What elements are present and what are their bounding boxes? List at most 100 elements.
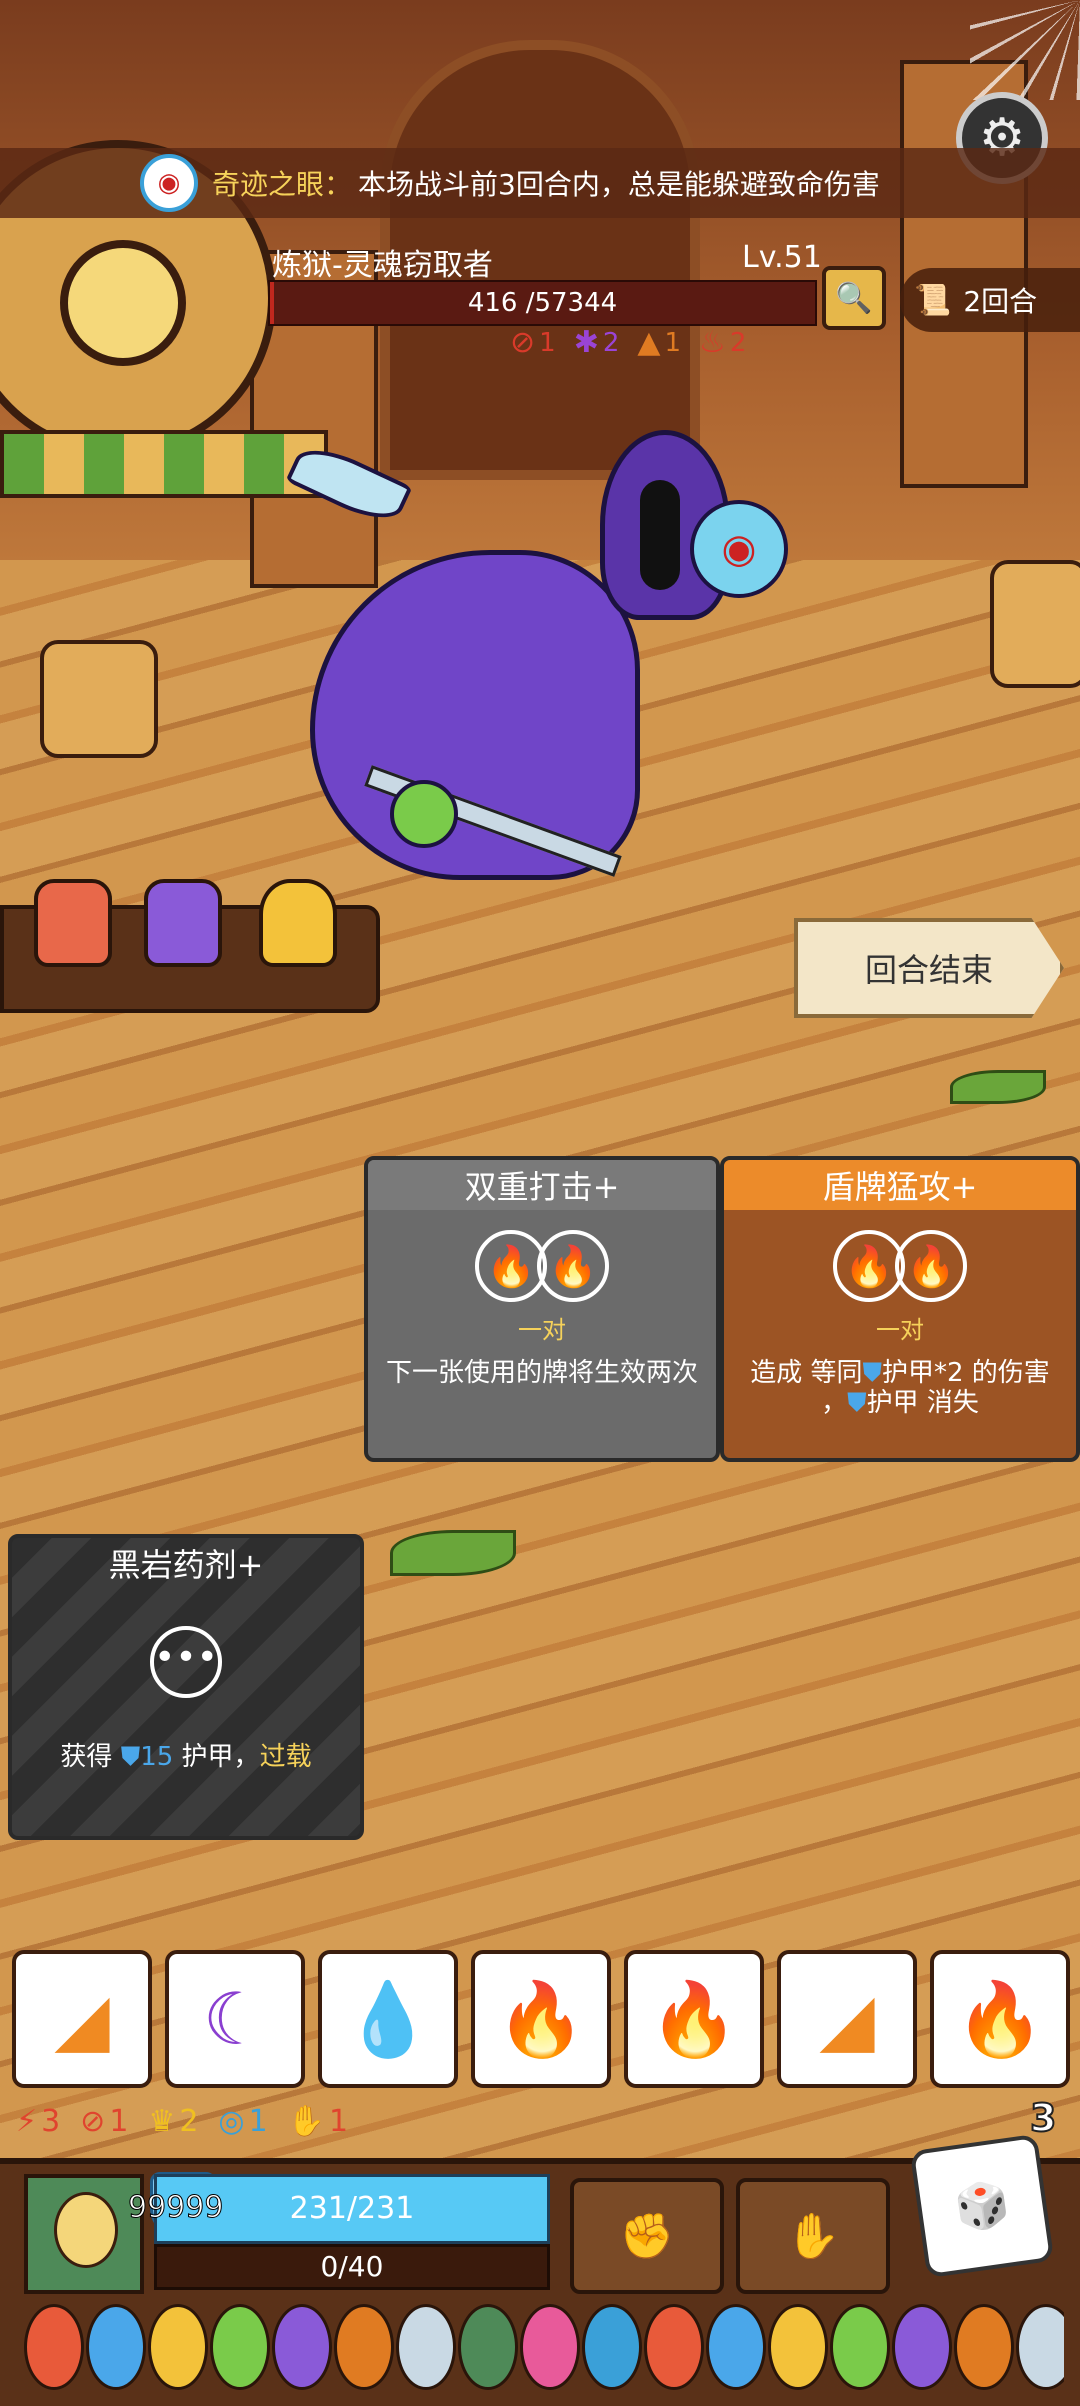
attack-icon: ⊘ [510, 325, 536, 360]
relic-icon[interactable] [582, 2304, 642, 2390]
status-stat[interactable]: ⊘ 1 [80, 2104, 128, 2139]
hand-skill-button[interactable]: ✋ [736, 2178, 890, 2294]
boss-intent[interactable]: ♨ 2 [699, 325, 746, 360]
stat-value: 1 [329, 2104, 349, 2139]
reaper-face [640, 480, 680, 590]
relic-icon[interactable] [892, 2304, 952, 2390]
relic-icon[interactable] [272, 2304, 332, 2390]
fire-slot-icon[interactable]: 🔥 [895, 1230, 967, 1302]
banner-relic-name: 奇迹之眼： [212, 168, 353, 201]
relic-icon[interactable] [458, 2304, 518, 2390]
die-moon[interactable]: ☾ [165, 1950, 305, 2088]
status-stat[interactable]: ✋ 1 [288, 2104, 348, 2139]
boss-intent[interactable]: ✱ 2 [574, 325, 620, 360]
player-status-stats: ⚡ 3 ⊘ 1 ♛ 2 ◎ 1 ✋ 1 [16, 2104, 348, 2139]
desc-text: ， [821, 1388, 848, 1418]
boss-intent[interactable]: ▲ 1 [637, 325, 681, 360]
armor-value: 15 [140, 1742, 174, 1772]
die-fire[interactable]: 🔥 [624, 1950, 764, 2088]
fire-icon: 🔥 [955, 1976, 1045, 2061]
hero-face-icon [54, 2192, 118, 2268]
shield-icon: ⛊ [862, 1358, 882, 1388]
moon-icon: ☾ [202, 1977, 268, 2061]
relic-icon[interactable] [644, 2304, 704, 2390]
dice-remaining: 3 [1029, 2095, 1057, 2141]
overload-keyword: 过载 [259, 1742, 312, 1772]
intent-value: 1 [539, 327, 556, 358]
card-desc: 获得 ⛊15 护甲，过载 [24, 1742, 348, 1772]
die-earth[interactable]: ◢ [12, 1950, 152, 2088]
card-title: 双重打击+ [368, 1160, 716, 1210]
die-fire[interactable]: 🔥 [471, 1950, 611, 2088]
banner-relic-desc: 本场战斗前3回合内，总是能躲避致命伤害 [358, 168, 880, 201]
spider-web [970, 0, 1080, 100]
earth-icon: ◢ [819, 1977, 875, 2061]
desc-text: 获得 [60, 1742, 121, 1772]
die-earth[interactable]: ◢ [777, 1950, 917, 2088]
card-black-rock-potion[interactable]: 黑岩药剂+ ••• 获得 ⛊15 护甲，过载 [8, 1534, 364, 1840]
purple-potion-icon[interactable] [144, 879, 222, 967]
relic-icon[interactable] [1016, 2304, 1064, 2390]
card-shield-bash[interactable]: 盾牌猛攻+ 🔥 🔥 一对 造成 等同⛊护甲*2 的伤害 ，⛊护甲 消失 [720, 1156, 1080, 1462]
stone-wheel-hole [60, 240, 186, 366]
grab-hand-icon: ✋ [785, 2211, 841, 2262]
die-fire[interactable]: 🔥 [930, 1950, 1070, 2088]
relic-icon[interactable] [86, 2304, 146, 2390]
reaper-robe [310, 550, 640, 880]
relic-icon[interactable] [768, 2304, 828, 2390]
shield-icon: ⛊ [847, 1388, 867, 1418]
fist-skill-button[interactable]: ✊ [570, 2178, 724, 2294]
intent-value: 2 [729, 327, 747, 358]
potion-shelf [0, 879, 380, 1013]
relic-icon[interactable] [520, 2304, 580, 2390]
relic-icon[interactable] [334, 2304, 394, 2390]
reaper-wing [285, 437, 413, 531]
yellow-potion-icon[interactable] [259, 879, 337, 967]
boss-level: Lv.51 [742, 240, 822, 275]
fist-icon: ✊ [619, 2211, 675, 2262]
armor-value: 99999 [127, 2190, 224, 2226]
status-stat[interactable]: ⚡ 3 [16, 2104, 60, 2139]
fire-icon: 🔥 [496, 1976, 586, 2061]
rock [40, 640, 158, 758]
card-double-strike[interactable]: 双重打击+ 🔥 🔥 一对 下一张使用的牌将生效两次 [364, 1156, 720, 1462]
leaf [390, 1530, 516, 1576]
intent-value: 1 [664, 327, 681, 358]
card-body: ••• 获得 ⛊15 护甲，过载 [12, 1588, 360, 1832]
relic-icon[interactable] [706, 2304, 766, 2390]
desc-text: 护甲 消失 [866, 1388, 979, 1418]
relic-icon[interactable] [830, 2304, 890, 2390]
relic-icon[interactable] [24, 2304, 84, 2390]
player-avatar[interactable] [24, 2174, 144, 2294]
die-water[interactable]: 💧 [318, 1950, 458, 2088]
stat-value: 2 [179, 2104, 199, 2139]
relic-icon[interactable] [210, 2304, 270, 2390]
relic-icon[interactable] [396, 2304, 456, 2390]
inspect-enemy-button[interactable]: 🔍 [822, 266, 886, 330]
status-stat[interactable]: ♛ 2 [148, 2104, 198, 2139]
status-stat[interactable]: ◎ 1 [218, 2104, 267, 2139]
desc-text: 护甲*2 的伤害 [881, 1358, 1050, 1388]
relic-icon[interactable] [954, 2304, 1014, 2390]
red-potion-icon[interactable] [34, 879, 112, 967]
earth-icon: ◢ [54, 1977, 110, 2061]
reroll-die-button[interactable]: 🎲 [909, 2133, 1055, 2279]
card-body: 🔥 🔥 一对 造成 等同⛊护甲*2 的伤害 ，⛊护甲 消失 [724, 1210, 1076, 1454]
fire-slot-icon[interactable]: 🔥 [537, 1230, 609, 1302]
card-title: 黑岩药剂+ [108, 1546, 264, 1584]
requirement-label: 一对 [876, 1316, 924, 1344]
stat-value: 3 [41, 2104, 61, 2139]
boss-intent[interactable]: ⊘ 1 [510, 325, 556, 360]
relic-icon[interactable] [148, 2304, 208, 2390]
end-turn-button[interactable]: 回合结束 [794, 918, 1064, 1018]
shield-icon: ⛊ [120, 1742, 141, 1772]
water-icon: 💧 [343, 1976, 433, 2061]
intent-value: 2 [602, 327, 620, 358]
boss-intents: ⊘ 1 ✱ 2 ▲ 1 ♨ 2 [510, 325, 746, 360]
rage-icon: ♨ [699, 325, 726, 360]
requirement-label: 一对 [518, 1316, 566, 1344]
hand-icon: ✋ [287, 2104, 326, 2139]
scroll-icon: 📜 [914, 282, 952, 318]
relic-bar [24, 2304, 1064, 2394]
soul-stealer-enemy[interactable]: ◉ [270, 430, 788, 910]
